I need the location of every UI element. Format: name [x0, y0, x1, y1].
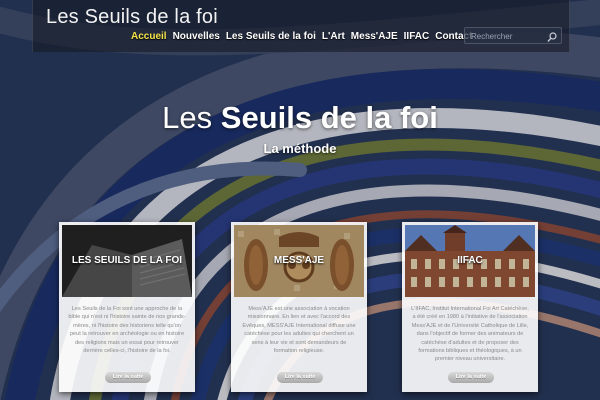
card-title: IIFAC: [457, 255, 483, 266]
hero-title-light: Les: [162, 100, 213, 135]
search-input[interactable]: [471, 30, 541, 42]
hero-title: Les Seuils de la foi: [0, 100, 600, 136]
card-iifac: IIFAC L'IIFAC, Institut International Fo…: [402, 222, 538, 392]
read-more-button[interactable]: Lire la suite: [277, 372, 323, 383]
university-building-photo[interactable]: IIFAC: [405, 225, 535, 297]
nav-item-messaje[interactable]: Mess'AJE: [348, 31, 401, 42]
card-messaje: MESS'AJE Mess'AJE est une association à …: [231, 222, 367, 392]
read-more-button[interactable]: Lire la suite: [448, 372, 494, 383]
read-more-button[interactable]: Lire la suite: [105, 372, 151, 383]
card-les-seuils-de-la-foi: LES SEUILS DE LA FOI Les Seuils de la Fo…: [59, 222, 195, 392]
main-nav: Accueil Nouvelles Les Seuils de la foi L…: [128, 31, 475, 42]
site-header: Les Seuils de la foi Accueil Nouvelles L…: [32, 0, 570, 52]
card-description: L'IIFAC, Institut International Foi Art …: [411, 306, 529, 363]
card-title: LES SEUILS DE LA FOI: [71, 255, 183, 266]
nav-item-iifac[interactable]: IIFAC: [401, 31, 433, 42]
card-title: MESS'AJE: [273, 255, 325, 266]
card-description: Les Seuils de la Foi sont une approche d…: [68, 306, 186, 355]
nav-item-nouvelles[interactable]: Nouvelles: [170, 31, 223, 42]
open-book-photo[interactable]: LES SEUILS DE LA FOI: [62, 225, 192, 297]
nav-item-lart[interactable]: L'Art: [319, 31, 348, 42]
fish-mosaic-photo[interactable]: MESS'AJE: [234, 225, 364, 297]
search-box: [464, 27, 562, 44]
site-title[interactable]: Les Seuils de la foi: [46, 6, 218, 29]
nav-item-accueil[interactable]: Accueil: [128, 31, 170, 42]
nav-item-les-seuils-de-la-foi[interactable]: Les Seuils de la foi: [223, 31, 319, 42]
search-icon[interactable]: [547, 30, 557, 42]
hero-title-bold: Seuils de la foi: [220, 100, 438, 135]
card-description: Mess'AJE est une association à vocation …: [242, 306, 356, 355]
hero-subtitle: La méthode: [263, 141, 337, 156]
